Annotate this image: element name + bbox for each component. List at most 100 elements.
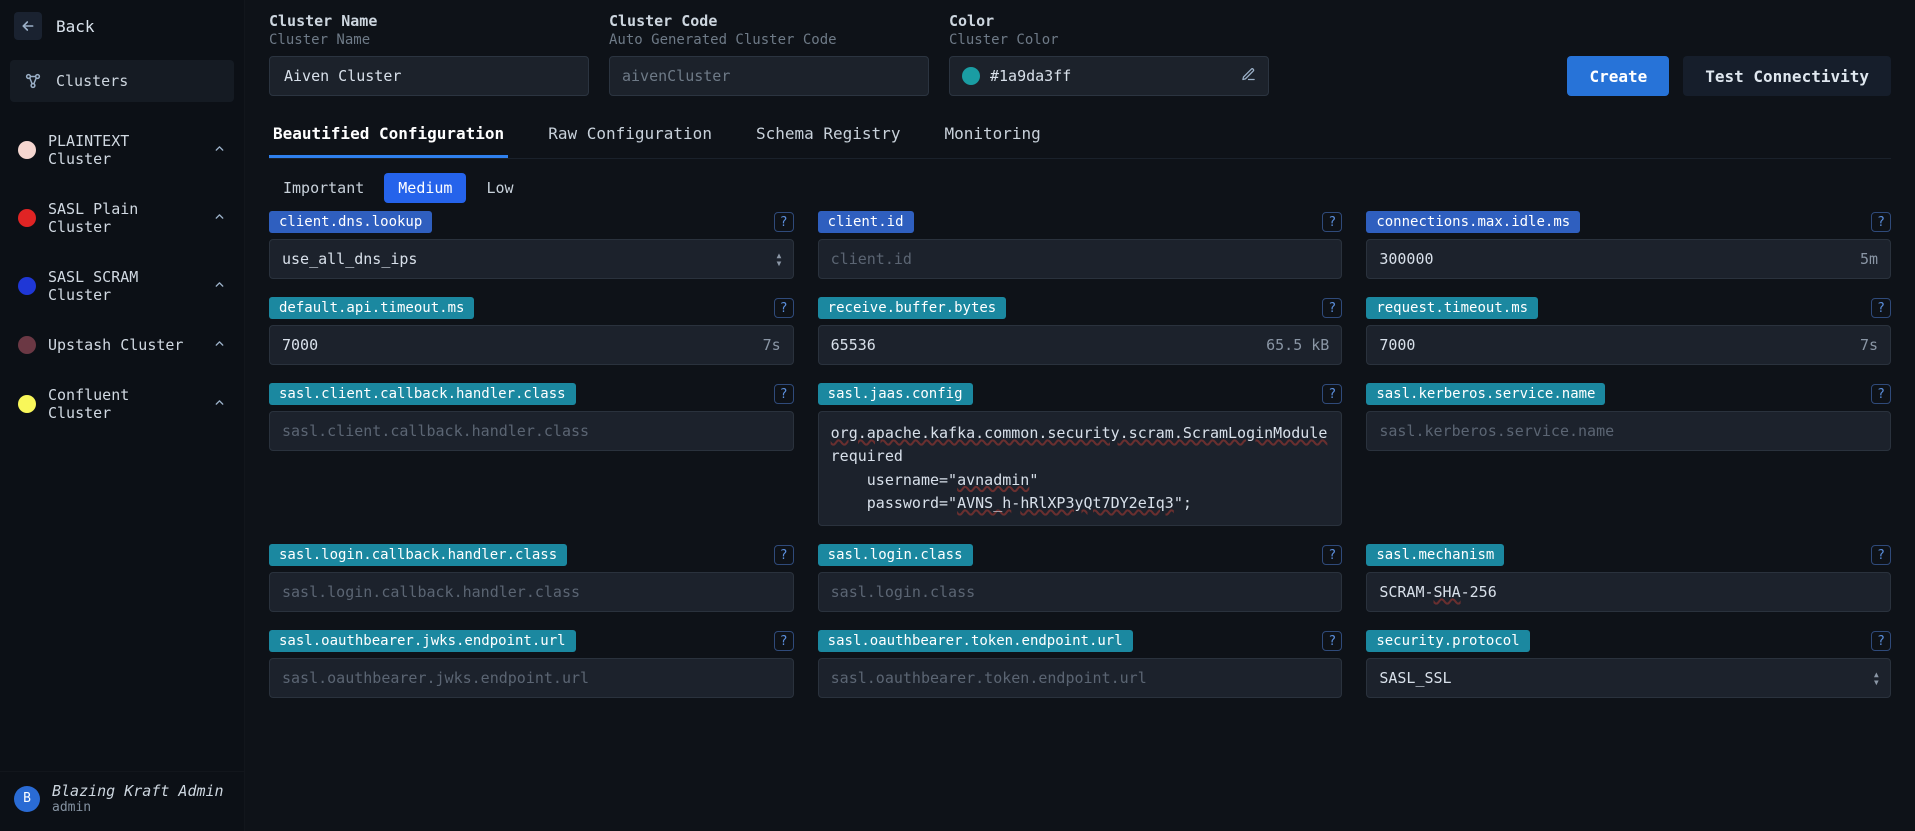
config-key-chip: sasl.login.callback.handler.class xyxy=(269,544,567,566)
field-placeholder: client.id xyxy=(831,248,912,271)
sidebar-item-label: Upstash Cluster xyxy=(48,336,201,354)
config-input[interactable]: 3000005m xyxy=(1366,239,1891,279)
help-icon[interactable]: ? xyxy=(1871,545,1891,565)
config-key-chip: sasl.mechanism xyxy=(1366,544,1504,566)
cluster-name-block: Cluster Name Cluster Name xyxy=(269,12,589,96)
config-input[interactable]: 70007s xyxy=(1366,325,1891,365)
sidebar-footer: B Blazing Kraft Admin admin xyxy=(0,771,244,831)
config-item: sasl.jaas.config ?org.apache.kafka.commo… xyxy=(818,383,1343,526)
sidebar-item-label: PLAINTEXT Cluster xyxy=(48,132,201,168)
subtab[interactable]: Medium xyxy=(384,173,466,203)
back-button[interactable] xyxy=(14,12,42,40)
cluster-code-input: aivenCluster xyxy=(609,56,929,96)
cluster-name-label: Cluster Name xyxy=(269,12,589,30)
back-label: Back xyxy=(56,17,95,36)
help-icon[interactable]: ? xyxy=(774,631,794,651)
config-key-chip: client.dns.lookup xyxy=(269,211,432,233)
arrow-left-icon xyxy=(20,18,36,34)
config-key-chip: sasl.oauthbearer.token.endpoint.url xyxy=(818,630,1133,652)
create-button[interactable]: Create xyxy=(1567,56,1669,96)
color-block: Color Cluster Color #1a9da3ff xyxy=(949,12,1269,96)
color-edit-icon[interactable] xyxy=(1241,67,1256,86)
sidebar: Back Clusters PLAINTEXT Cluster SASL Pla… xyxy=(0,0,245,831)
field-placeholder: sasl.oauthbearer.jwks.endpoint.url xyxy=(282,667,589,690)
tab[interactable]: Beautified Configuration xyxy=(269,114,508,158)
config-item: sasl.client.callback.handler.class ? sasl… xyxy=(269,383,794,526)
clusters-section-icon xyxy=(22,70,44,92)
help-icon[interactable]: ? xyxy=(1871,298,1891,318)
config-item: connections.max.idle.ms ?3000005m xyxy=(1366,211,1891,279)
chevron-up-icon xyxy=(213,209,226,227)
help-icon[interactable]: ? xyxy=(1322,545,1342,565)
cluster-color-dot xyxy=(18,395,36,413)
config-key-chip: request.timeout.ms xyxy=(1366,297,1538,319)
help-icon[interactable]: ? xyxy=(774,212,794,232)
subtab[interactable]: Low xyxy=(472,173,527,203)
help-icon[interactable]: ? xyxy=(1322,384,1342,404)
cluster-name-input-el[interactable] xyxy=(282,66,576,86)
sidebar-item-label: Confluent Cluster xyxy=(48,386,201,422)
user-name: Blazing Kraft Admin xyxy=(52,782,224,800)
field-placeholder: sasl.oauthbearer.token.endpoint.url xyxy=(831,667,1147,690)
sidebar-item[interactable]: Upstash Cluster xyxy=(10,328,234,362)
cluster-code-block: Cluster Code Auto Generated Cluster Code… xyxy=(609,12,929,96)
help-icon[interactable]: ? xyxy=(1871,384,1891,404)
sidebar-item[interactable]: SASL Plain Cluster xyxy=(10,192,234,244)
cluster-color-dot xyxy=(18,209,36,227)
user-role: admin xyxy=(52,800,224,815)
test-connectivity-button[interactable]: Test Connectivity xyxy=(1683,56,1891,96)
config-input[interactable]: sasl.login.class xyxy=(818,572,1343,612)
cluster-code-label: Cluster Code xyxy=(609,12,929,30)
config-key-chip: sasl.client.callback.handler.class xyxy=(269,383,576,405)
tab[interactable]: Raw Configuration xyxy=(544,114,716,158)
cluster-name-input[interactable] xyxy=(269,56,589,96)
help-icon[interactable]: ? xyxy=(1322,631,1342,651)
config-item: default.api.timeout.ms ? 70007s xyxy=(269,297,794,365)
config-input[interactable]: sasl.oauthbearer.jwks.endpoint.url xyxy=(269,658,794,698)
config-input[interactable]: sasl.login.callback.handler.class xyxy=(269,572,794,612)
config-key-chip: default.api.timeout.ms xyxy=(269,297,474,319)
help-icon[interactable]: ? xyxy=(1871,212,1891,232)
config-key-chip: client.id xyxy=(818,211,914,233)
config-input[interactable]: 70007s xyxy=(269,325,794,365)
sidebar-item[interactable]: Confluent Cluster xyxy=(10,378,234,430)
config-input[interactable]: client.id xyxy=(818,239,1343,279)
sidebar-item-label: SASL Plain Cluster xyxy=(48,200,201,236)
config-select[interactable]: SASL_SSL ▴▾ xyxy=(1366,658,1891,698)
cluster-color-dot xyxy=(18,141,36,159)
config-item: sasl.oauthbearer.token.endpoint.url ? sas… xyxy=(818,630,1343,698)
sidebar-item[interactable]: PLAINTEXT Cluster xyxy=(10,124,234,176)
tab[interactable]: Monitoring xyxy=(940,114,1044,158)
config-select[interactable]: use_all_dns_ips ▴▾ xyxy=(269,239,794,279)
sidebar-item[interactable]: SASL SCRAM Cluster xyxy=(10,260,234,312)
help-icon[interactable]: ? xyxy=(1322,212,1342,232)
config-item: sasl.oauthbearer.jwks.endpoint.url ? sasl… xyxy=(269,630,794,698)
config-textarea[interactable]: org.apache.kafka.common.security.scram.S… xyxy=(818,411,1343,526)
config-item: request.timeout.ms ? 70007s xyxy=(1366,297,1891,365)
config-item: client.id ? client.id xyxy=(818,211,1343,279)
help-icon[interactable]: ? xyxy=(774,545,794,565)
tab[interactable]: Schema Registry xyxy=(752,114,905,158)
color-label: Color xyxy=(949,12,1269,30)
config-item: sasl.mechanism ? SCRAM-SHA-256 xyxy=(1366,544,1891,612)
config-input[interactable]: sasl.oauthbearer.token.endpoint.url xyxy=(818,658,1343,698)
config-input[interactable]: SCRAM-SHA-256 xyxy=(1366,572,1891,612)
color-value: #1a9da3ff xyxy=(990,67,1071,85)
config-input[interactable]: sasl.client.callback.handler.class xyxy=(269,411,794,451)
config-input[interactable]: 6553665.5 kB xyxy=(818,325,1343,365)
config-item: client.dns.lookup ? use_all_dns_ips ▴▾ xyxy=(269,211,794,279)
color-input[interactable]: #1a9da3ff xyxy=(949,56,1269,96)
chevron-up-icon xyxy=(213,141,226,159)
help-icon[interactable]: ? xyxy=(1871,631,1891,651)
config-input[interactable]: sasl.kerberos.service.name xyxy=(1366,411,1891,451)
subtab[interactable]: Important xyxy=(269,173,378,203)
avatar[interactable]: B xyxy=(14,786,40,812)
cluster-name-sub: Cluster Name xyxy=(269,32,589,48)
help-icon[interactable]: ? xyxy=(774,384,794,404)
config-key-chip: sasl.oauthbearer.jwks.endpoint.url xyxy=(269,630,576,652)
help-icon[interactable]: ? xyxy=(1322,298,1342,318)
config-item: sasl.login.class ?sasl.login.class xyxy=(818,544,1343,612)
sidebar-section-clusters[interactable]: Clusters xyxy=(10,60,234,102)
help-icon[interactable]: ? xyxy=(774,298,794,318)
config-item: receive.buffer.bytes ?6553665.5 kB xyxy=(818,297,1343,365)
